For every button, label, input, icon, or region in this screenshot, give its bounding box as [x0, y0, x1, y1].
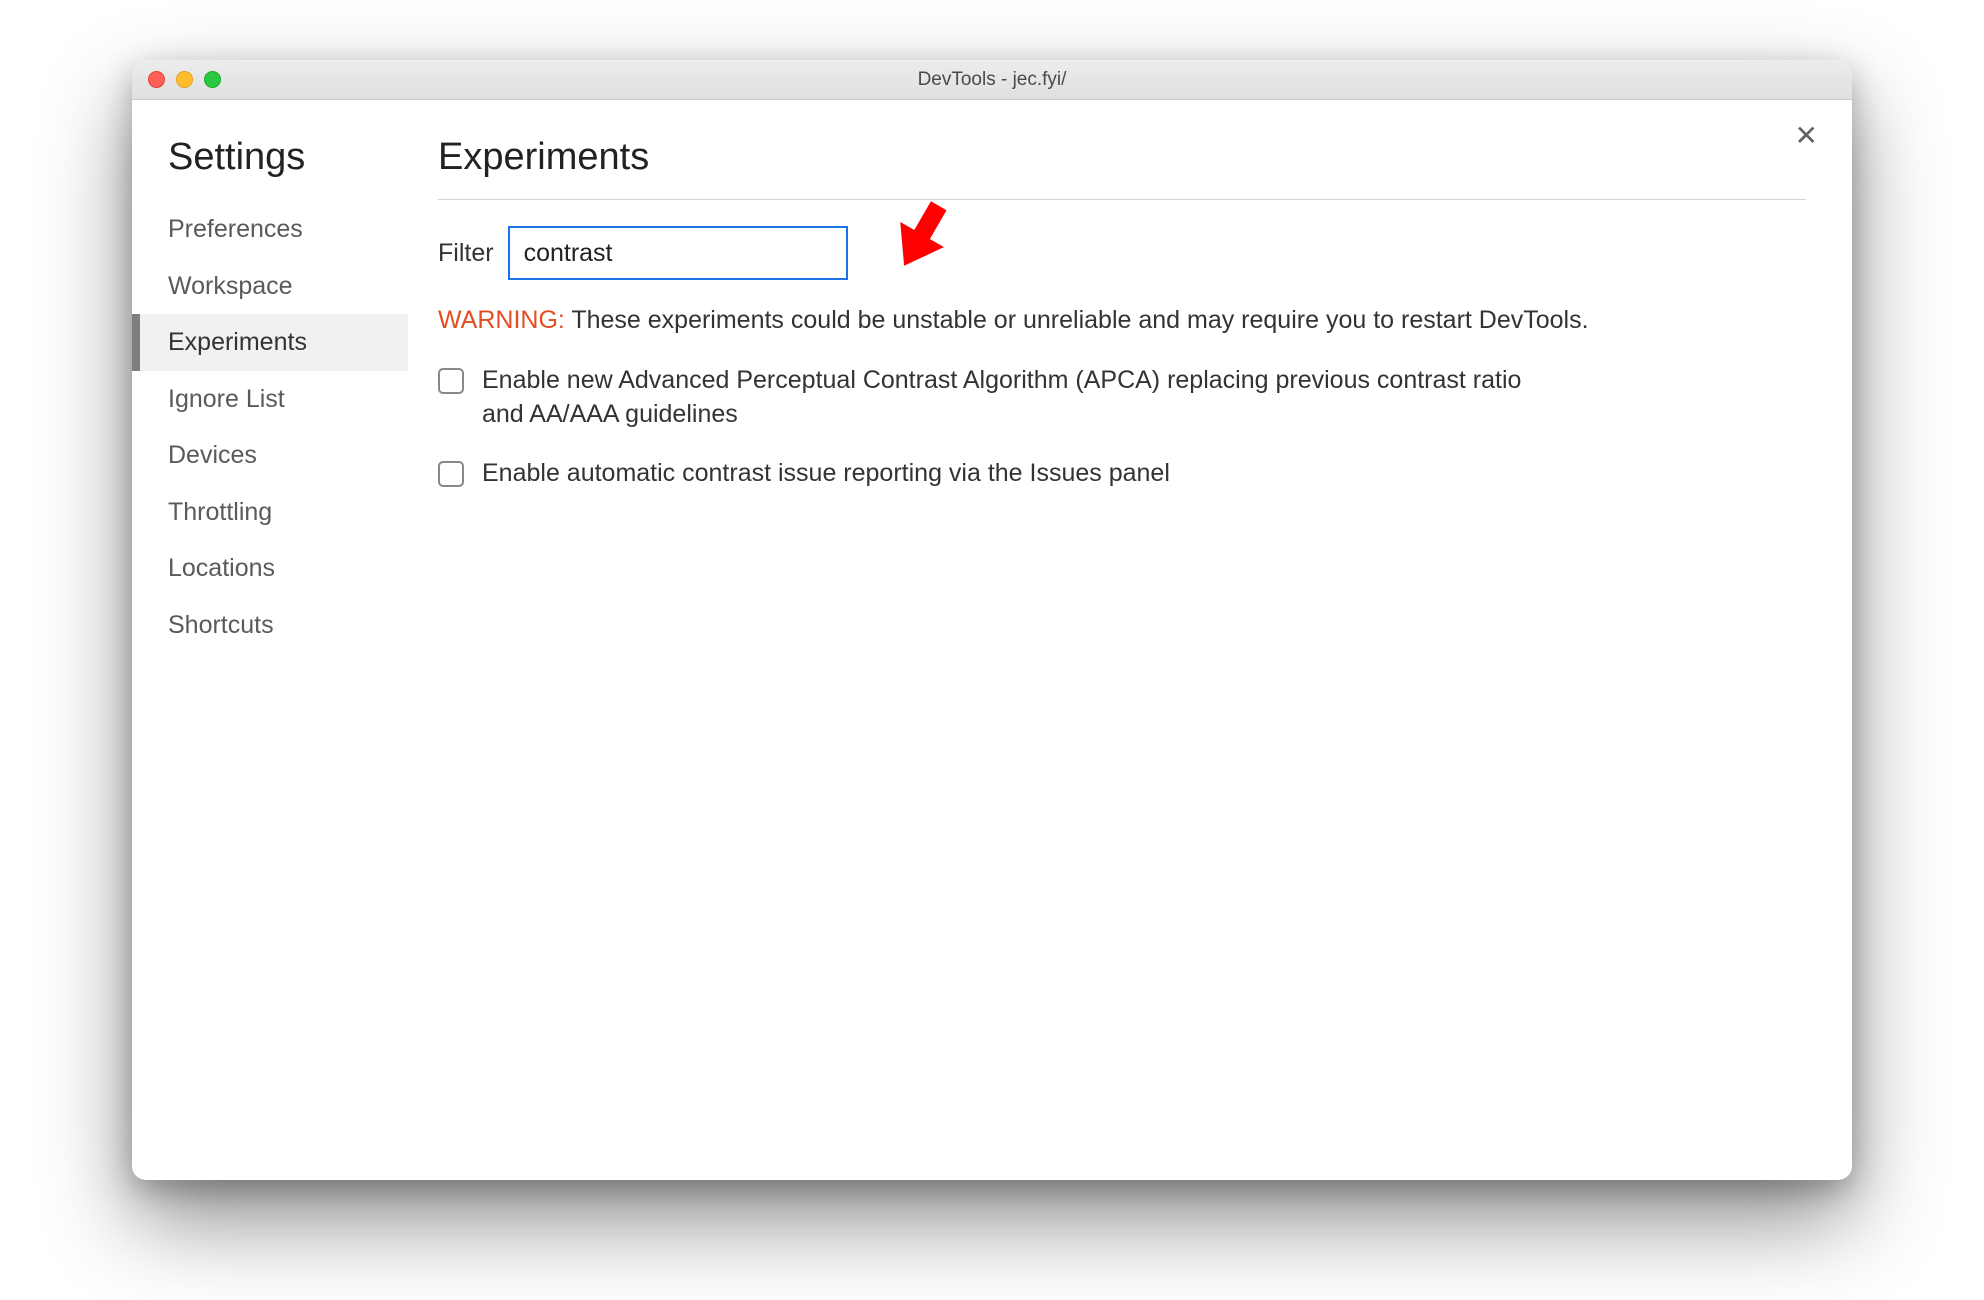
sidebar-item-experiments[interactable]: Experiments [132, 314, 408, 371]
experiment-row: Enable new Advanced Perceptual Contrast … [438, 364, 1806, 432]
sidebar-item-devices[interactable]: Devices [132, 427, 408, 484]
filter-label: Filter [438, 239, 494, 268]
sidebar-item-throttling[interactable]: Throttling [132, 484, 408, 541]
experiment-label[interactable]: Enable new Advanced Perceptual Contrast … [482, 364, 1532, 432]
main-panel: Experiments Filter WARNING: These experi… [408, 100, 1852, 1180]
experiment-checkbox-apca[interactable] [438, 368, 464, 394]
experiment-row: Enable automatic contrast issue reportin… [438, 457, 1806, 491]
filter-input[interactable] [508, 226, 848, 280]
annotation-arrow-icon [878, 188, 968, 283]
maximize-window-button[interactable] [204, 71, 221, 88]
experiment-checkbox-contrast-issues[interactable] [438, 461, 464, 487]
sidebar-item-locations[interactable]: Locations [132, 540, 408, 597]
content-area: ✕ Settings Preferences Workspace Experim… [132, 100, 1852, 1180]
filter-row: Filter [438, 226, 1806, 280]
sidebar-item-ignore-list[interactable]: Ignore List [132, 371, 408, 428]
traffic-lights [148, 71, 221, 88]
sidebar-item-shortcuts[interactable]: Shortcuts [132, 597, 408, 654]
window-title: DevTools - jec.fyi/ [132, 69, 1852, 91]
sidebar-item-preferences[interactable]: Preferences [132, 201, 408, 258]
warning-prefix: WARNING: [438, 306, 565, 334]
experiment-label[interactable]: Enable automatic contrast issue reportin… [482, 457, 1170, 491]
app-window: DevTools - jec.fyi/ ✕ Settings Preferenc… [132, 60, 1852, 1180]
warning-message: WARNING: These experiments could be unst… [438, 304, 1806, 338]
titlebar: DevTools - jec.fyi/ [132, 60, 1852, 100]
sidebar-title: Settings [132, 136, 408, 201]
sidebar-item-workspace[interactable]: Workspace [132, 258, 408, 315]
warning-text: These experiments could be unstable or u… [565, 306, 1589, 334]
settings-sidebar: Settings Preferences Workspace Experimen… [132, 100, 408, 1180]
minimize-window-button[interactable] [176, 71, 193, 88]
page-title: Experiments [438, 136, 1806, 200]
close-window-button[interactable] [148, 71, 165, 88]
